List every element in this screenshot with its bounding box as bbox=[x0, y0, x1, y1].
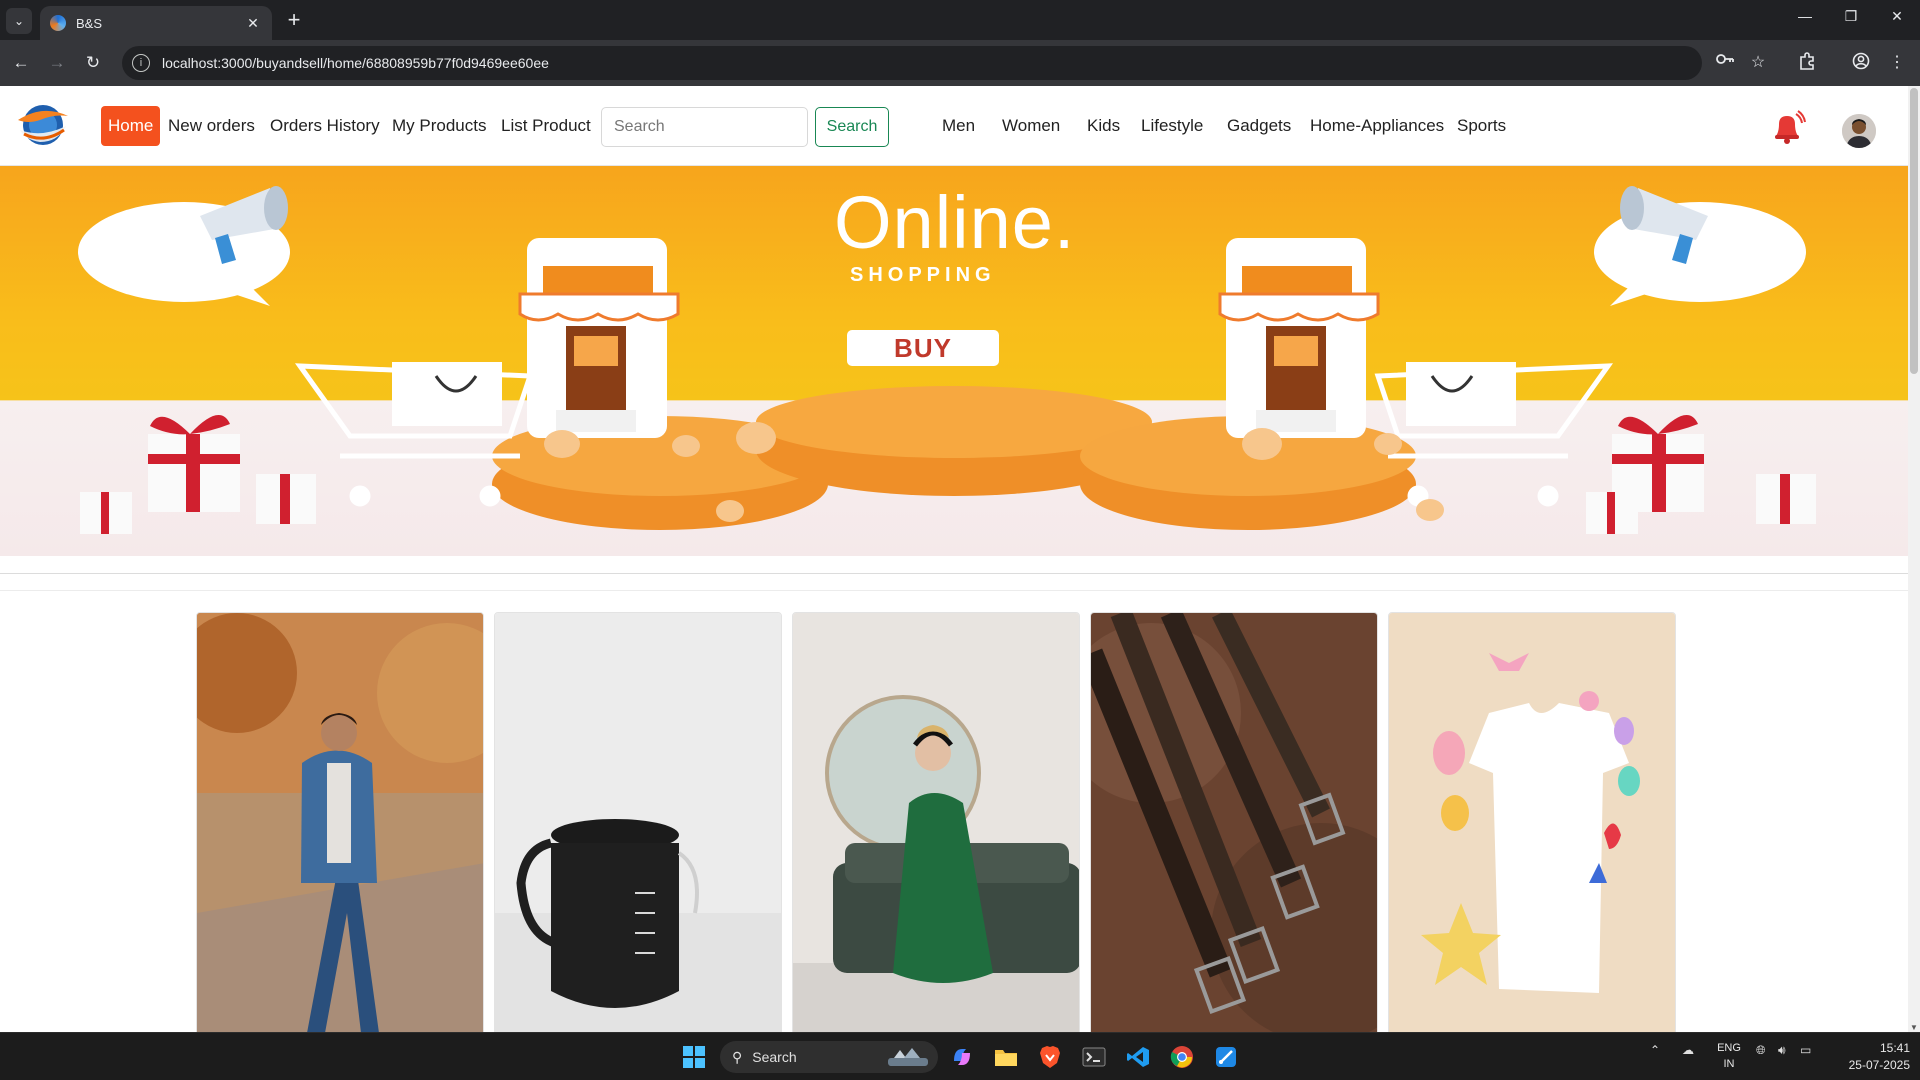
banner-subtitle: SHOPPING bbox=[850, 264, 996, 286]
product-card[interactable] bbox=[1090, 612, 1378, 1032]
search-icon: ⚲ bbox=[732, 1048, 743, 1065]
network-globe-icon[interactable]: 🌐︎ bbox=[1756, 1043, 1766, 1058]
man-in-denim-jacket-photo bbox=[197, 613, 483, 1032]
nav-list-product[interactable]: List Product bbox=[494, 106, 598, 146]
browser-toolbar: ← → ↻ i localhost:3000/buyandsell/home/6… bbox=[0, 40, 1920, 86]
browser-tabstrip: ⌄ B&S ✕ + — ❐ ✕ bbox=[0, 0, 1920, 40]
tab-search-chevron-icon[interactable]: ⌄ bbox=[6, 8, 32, 34]
product-card[interactable] bbox=[196, 612, 484, 1032]
tab-title: B&S bbox=[76, 15, 103, 31]
site-info-icon[interactable]: i bbox=[132, 54, 150, 72]
browser-tab[interactable]: B&S ✕ bbox=[40, 6, 272, 40]
nav-my-products[interactable]: My Products bbox=[385, 106, 493, 146]
category-sports[interactable]: Sports bbox=[1450, 106, 1513, 146]
taskbar-search-label: Search bbox=[752, 1049, 797, 1065]
product-card[interactable] bbox=[1388, 612, 1676, 1032]
clock-date: 25-07-2025 bbox=[1848, 1058, 1910, 1072]
page-viewport: Home New orders Orders History My Produc… bbox=[0, 86, 1908, 1032]
category-kids[interactable]: Kids bbox=[1080, 106, 1127, 146]
site-favicon-icon bbox=[50, 15, 66, 31]
system-clock[interactable]: 15:41 25-07-2025 bbox=[1838, 1040, 1910, 1074]
site-navbar: Home New orders Orders History My Produc… bbox=[0, 86, 1908, 166]
battery-icon[interactable]: ▭ bbox=[1800, 1043, 1811, 1057]
password-key-icon[interactable] bbox=[1714, 52, 1736, 71]
copilot-icon[interactable] bbox=[946, 1041, 978, 1073]
banner-title: Online. bbox=[834, 181, 1076, 264]
taskbar-search[interactable]: ⚲ Search bbox=[720, 1041, 938, 1073]
section-divider bbox=[0, 590, 1908, 591]
category-gadgets[interactable]: Gadgets bbox=[1220, 106, 1298, 146]
scrollbar-thumb[interactable] bbox=[1910, 88, 1918, 374]
chrome-icon[interactable] bbox=[1166, 1041, 1198, 1073]
search-highlight-icon bbox=[888, 1048, 928, 1066]
leather-belts-photo bbox=[1091, 613, 1377, 1032]
gift-boxes-left-icon bbox=[80, 415, 316, 534]
language-indicator[interactable]: ENG IN bbox=[1716, 1040, 1742, 1072]
scroll-down-arrow-icon[interactable]: ▼ bbox=[1908, 1023, 1920, 1032]
kids-white-tshirt-photo bbox=[1389, 613, 1675, 1032]
address-bar[interactable]: i localhost:3000/buyandsell/home/6880895… bbox=[122, 46, 1702, 80]
clock-time: 15:41 bbox=[1879, 1041, 1910, 1055]
search-button[interactable]: Search bbox=[815, 107, 889, 147]
notification-bell-icon[interactable] bbox=[1768, 108, 1806, 146]
address-url[interactable]: localhost:3000/buyandsell/home/68808959b… bbox=[162, 55, 549, 71]
profile-circle-icon[interactable] bbox=[1850, 52, 1872, 75]
category-lifestyle[interactable]: Lifestyle bbox=[1134, 106, 1210, 146]
vscode-icon[interactable] bbox=[1122, 1041, 1154, 1073]
forward-arrow-icon[interactable]: → bbox=[44, 50, 70, 76]
window-close-icon[interactable]: ✕ bbox=[1882, 8, 1912, 25]
section-divider bbox=[0, 573, 1908, 574]
nav-home[interactable]: Home bbox=[101, 106, 161, 146]
nav-orders-history[interactable]: Orders History bbox=[263, 106, 387, 146]
promo-banner[interactable]: Online. SHOPPING BUY bbox=[0, 166, 1908, 556]
terminal-icon[interactable] bbox=[1078, 1041, 1110, 1073]
show-hidden-icons-chevron-icon[interactable]: ⌃ bbox=[1650, 1043, 1660, 1057]
product-grid bbox=[196, 612, 1676, 1032]
minimize-icon[interactable]: — bbox=[1790, 8, 1820, 24]
file-explorer-icon[interactable] bbox=[990, 1041, 1022, 1073]
product-card[interactable] bbox=[792, 612, 1080, 1032]
gift-boxes-right-icon bbox=[1586, 415, 1816, 534]
page-scrollbar[interactable]: ▲ ▼ bbox=[1908, 86, 1920, 1032]
coffee-carafe-photo bbox=[495, 613, 781, 1032]
snipping-tool-icon[interactable] bbox=[1210, 1041, 1242, 1073]
brand-logo[interactable] bbox=[14, 98, 72, 150]
language-code: ENG bbox=[1717, 1042, 1741, 1054]
volume-icon[interactable]: 🔊︎ bbox=[1778, 1043, 1786, 1058]
onedrive-offline-icon[interactable]: ☁ bbox=[1682, 1043, 1694, 1057]
brave-browser-icon[interactable] bbox=[1034, 1041, 1066, 1073]
new-tab-plus-icon[interactable]: + bbox=[282, 8, 306, 32]
browser-menu-icon[interactable]: ⋮ bbox=[1886, 52, 1908, 72]
restore-icon[interactable]: ❐ bbox=[1836, 8, 1866, 25]
product-card[interactable] bbox=[494, 612, 782, 1032]
windows-taskbar: ⚲ Search ⌃ ☁ ENG IN 🌐︎ 🔊︎ ▭ 15:41 25-07-… bbox=[0, 1032, 1920, 1080]
woman-in-green-dress-photo bbox=[793, 613, 1079, 1032]
category-home-appliances[interactable]: Home-Appliances bbox=[1303, 106, 1451, 146]
bookmark-star-icon[interactable]: ☆ bbox=[1747, 52, 1769, 72]
region-code: IN bbox=[1723, 1058, 1735, 1070]
tab-close-icon[interactable]: ✕ bbox=[244, 15, 262, 32]
category-men[interactable]: Men bbox=[935, 106, 982, 146]
windows-start-icon[interactable] bbox=[678, 1041, 710, 1073]
extensions-puzzle-icon[interactable] bbox=[1796, 52, 1818, 75]
category-women[interactable]: Women bbox=[995, 106, 1067, 146]
reload-icon[interactable]: ↻ bbox=[80, 50, 106, 76]
search-input[interactable] bbox=[601, 107, 808, 147]
back-arrow-icon[interactable]: ← bbox=[8, 50, 34, 76]
user-avatar[interactable] bbox=[1842, 114, 1876, 148]
nav-new-orders[interactable]: New orders bbox=[161, 106, 262, 146]
banner-buy-button[interactable]: BUY bbox=[847, 330, 999, 366]
